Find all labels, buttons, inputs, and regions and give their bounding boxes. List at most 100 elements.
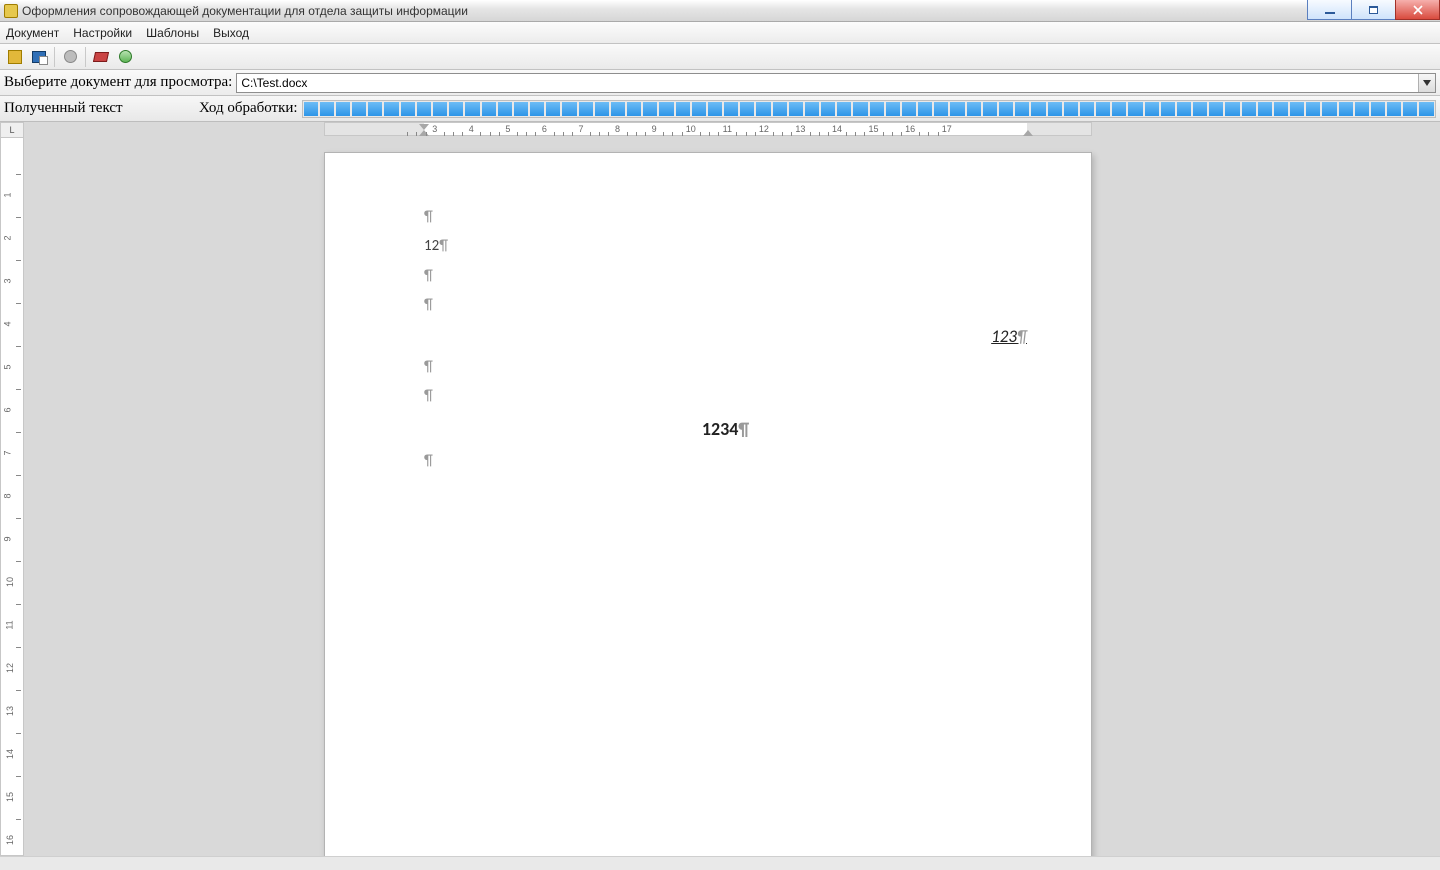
ruler-tick [416,132,417,136]
progress-segment [853,102,867,116]
folder-icon [8,50,22,64]
progress-segment [1419,102,1433,116]
ruler-corner[interactable]: L [0,122,24,138]
toolbar-button-4[interactable] [90,46,112,68]
toolbar-button-3[interactable] [59,46,81,68]
ruler-tick [554,132,555,136]
progress-bar [302,100,1436,118]
pilcrow-icon: ¶ [424,358,433,376]
progress-segment [498,102,512,116]
ruler-tick [426,132,427,136]
vertical-ruler[interactable]: 12345678910111213141516 [0,138,24,856]
menu-exit[interactable]: Выход [213,26,249,40]
progress-segment [368,102,382,116]
left-indent-icon[interactable] [419,130,429,136]
file-combobox[interactable] [236,73,1436,93]
progress-segment [999,102,1013,116]
ruler-tick [938,132,939,136]
window-title: Оформления сопровождающей документации д… [22,4,468,18]
ruler-number: 6 [3,407,13,412]
menu-templates[interactable]: Шаблоны [146,26,199,40]
ruler-number: 13 [5,706,15,716]
paragraph[interactable]: 1234¶ [424,412,1027,447]
progress-segment [433,102,447,116]
ruler-number: 11 [723,124,732,134]
progress-segment [1031,102,1045,116]
document-page[interactable]: ¶12¶¶¶123¶¶¶1234¶¶ [324,152,1092,870]
ruler-tick [928,132,929,136]
progress-segment [950,102,964,116]
progress-segment [1209,102,1223,116]
ruler-tick [636,132,637,136]
paragraph[interactable]: 123¶ [424,320,1027,353]
progress-segment [417,102,431,116]
progress-segment [1274,102,1288,116]
toolbar-button-2[interactable] [28,46,50,68]
ruler-tick [736,132,737,136]
ruler-number: 5 [505,124,510,134]
progress-segment [659,102,673,116]
document-content[interactable]: ¶12¶¶¶123¶¶¶1234¶¶ [424,203,1027,476]
ruler-tick [819,132,820,136]
ruler-tick [16,561,21,562]
file-path-input[interactable] [237,74,1418,92]
bottom-strip [0,856,1440,870]
ruler-number: 8 [615,124,620,134]
toolbar-button-5[interactable] [114,46,136,68]
pilcrow-icon: ¶ [439,237,448,255]
progress-segment [1403,102,1417,116]
progress-segment [320,102,334,116]
ruler-tick [572,132,573,136]
progress-segment [740,102,754,116]
ruler-tick [855,132,856,136]
chevron-down-icon [1423,80,1431,86]
pilcrow-icon: ¶ [738,418,749,440]
paragraph[interactable]: 12¶ [424,232,1027,261]
progress-segment [1258,102,1272,116]
ruler-tick [16,819,21,820]
ruler-number: 1 [3,192,13,197]
progress-segment [967,102,981,116]
paragraph[interactable]: ¶ [424,291,1027,320]
ruler-tick [16,389,21,390]
ruler-tick [672,132,673,136]
ruler-tick [590,132,591,136]
ruler-tick [16,303,21,304]
right-indent-icon[interactable] [1023,130,1033,136]
progress-segment [1290,102,1304,116]
ruler-tick [682,132,683,136]
pilcrow-icon: ¶ [1017,326,1027,347]
ruler-tick [700,132,701,136]
ruler-tick [892,132,893,136]
paragraph[interactable]: ¶ [424,382,1027,411]
progress-segment [708,102,722,116]
paragraph[interactable]: ¶ [424,262,1027,291]
progress-segment [1112,102,1126,116]
menu-document[interactable]: Документ [6,26,59,40]
toolbar-button-1[interactable] [4,46,26,68]
pilcrow-icon: ¶ [424,296,433,314]
menu-settings[interactable]: Настройки [73,26,132,40]
ruler-tick [535,132,536,136]
progress-segment [789,102,803,116]
combobox-arrow[interactable] [1418,74,1435,92]
progress-segment [336,102,350,116]
title-bar: Оформления сопровождающей документации д… [0,0,1440,22]
horizontal-ruler[interactable]: 34567891011121314151617 [324,122,1092,136]
progress-segment [918,102,932,116]
paragraph[interactable]: ¶ [424,447,1027,476]
progress-segment [1048,102,1062,116]
paragraph[interactable]: ¶ [424,353,1027,382]
progress-segment [934,102,948,116]
paragraph[interactable]: ¶ [424,203,1027,232]
close-button[interactable] [1395,0,1440,20]
ruler-tick [444,132,445,136]
progress-segment [482,102,496,116]
minimize-button[interactable] [1307,0,1352,20]
ruler-tick [746,132,747,136]
ruler-tick [663,132,664,136]
ruler-tick [919,132,920,136]
progress-segment [902,102,916,116]
maximize-button[interactable] [1351,0,1396,20]
progress-segment [1080,102,1094,116]
